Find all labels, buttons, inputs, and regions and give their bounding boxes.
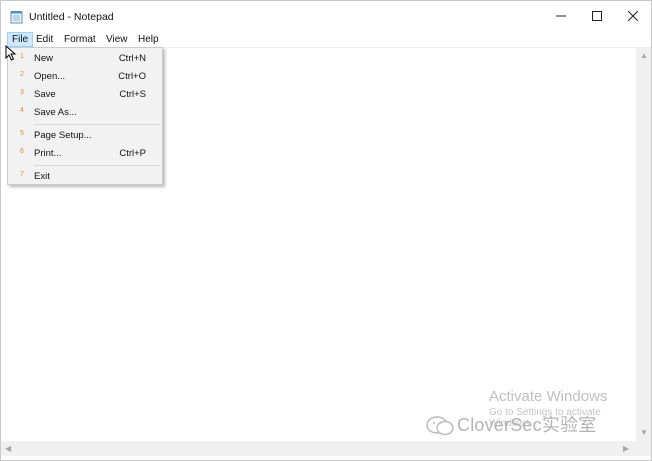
watermark-brand: CloverSec实验室 bbox=[457, 415, 597, 435]
access-key: 5 bbox=[20, 130, 24, 137]
menu-item-shortcut: Ctrl+S bbox=[119, 89, 146, 100]
mouse-pointer-icon bbox=[5, 45, 17, 61]
menu-item-new[interactable]: 1 New Ctrl+N bbox=[8, 50, 162, 67]
menu-format[interactable]: Format bbox=[60, 32, 100, 47]
menu-item-save[interactable]: 3 Save Ctrl+S bbox=[8, 86, 162, 103]
horizontal-scrollbar[interactable]: ◀ ▶ bbox=[1, 441, 636, 456]
menu-item-save-as[interactable]: 4 Save As... bbox=[8, 104, 162, 121]
menu-item-shortcut: Ctrl+O bbox=[118, 71, 146, 82]
activate-windows-title: Activate Windows bbox=[489, 388, 608, 405]
scroll-right-icon[interactable]: ▶ bbox=[623, 445, 629, 453]
scroll-left-icon[interactable]: ◀ bbox=[5, 445, 11, 453]
menu-item-page-setup[interactable]: 5 Page Setup... bbox=[8, 127, 162, 144]
access-key: 4 bbox=[20, 107, 24, 114]
access-key: 2 bbox=[20, 71, 24, 78]
size-grip[interactable] bbox=[636, 441, 651, 456]
menu-item-open[interactable]: 2 Open... Ctrl+O bbox=[8, 68, 162, 85]
menu-item-label: Save As... bbox=[34, 107, 77, 118]
menu-item-exit[interactable]: 7 Exit bbox=[8, 168, 162, 185]
menu-item-label: Print... bbox=[34, 148, 62, 159]
window-title: Untitled - Notepad bbox=[29, 11, 114, 23]
close-button[interactable] bbox=[615, 1, 651, 31]
menu-separator bbox=[34, 165, 160, 166]
access-key: 1 bbox=[20, 53, 24, 60]
menu-help[interactable]: Help bbox=[134, 32, 163, 47]
notepad-window: Untitled - Notepad File Edit Format View… bbox=[0, 0, 652, 461]
menu-item-label: New bbox=[34, 53, 54, 64]
access-key: 7 bbox=[20, 171, 24, 178]
menu-separator bbox=[34, 124, 160, 125]
title-bar[interactable]: Untitled - Notepad bbox=[1, 1, 651, 32]
menu-item-label: Save bbox=[34, 89, 56, 100]
menu-item-label: Open... bbox=[34, 71, 66, 82]
menu-view[interactable]: View bbox=[102, 32, 132, 47]
minimize-button[interactable] bbox=[543, 1, 579, 31]
menu-item-label: Exit bbox=[34, 171, 50, 182]
file-menu-dropdown: 1 New Ctrl+N 2 Open... Ctrl+O 3 Save Ctr… bbox=[7, 47, 163, 185]
maximize-icon bbox=[592, 11, 602, 21]
menu-item-label: Page Setup... bbox=[34, 130, 92, 141]
menu-item-shortcut: Ctrl+N bbox=[118, 53, 146, 64]
menu-item-shortcut: Ctrl+P bbox=[119, 148, 146, 159]
minimize-icon bbox=[556, 15, 566, 17]
menu-edit[interactable]: Edit bbox=[32, 32, 57, 47]
access-key: 6 bbox=[20, 148, 24, 155]
vertical-scrollbar[interactable]: ▲ ▼ bbox=[636, 48, 651, 441]
maximize-button[interactable] bbox=[579, 1, 615, 31]
menu-item-print[interactable]: 6 Print... Ctrl+P bbox=[8, 145, 162, 162]
close-icon bbox=[628, 11, 638, 21]
notepad-icon bbox=[10, 11, 23, 24]
menu-bar: File Edit Format View Help bbox=[1, 32, 651, 48]
scroll-down-icon[interactable]: ▼ bbox=[640, 429, 648, 437]
access-key: 3 bbox=[20, 89, 24, 96]
wechat-logo-icon bbox=[426, 416, 454, 436]
scroll-up-icon[interactable]: ▲ bbox=[640, 52, 648, 60]
